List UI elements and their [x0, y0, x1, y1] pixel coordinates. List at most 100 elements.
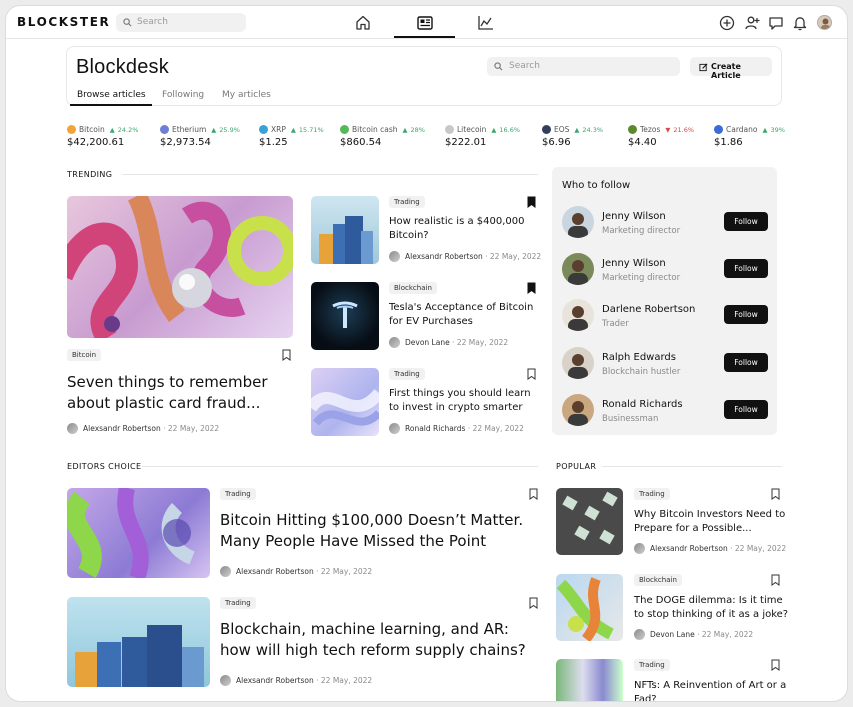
follow-button[interactable]: Follow	[724, 212, 768, 231]
top-search-input[interactable]: Search	[116, 13, 246, 32]
popular-item-image[interactable]	[556, 488, 623, 555]
author-name[interactable]: Alexsandr Robertson	[236, 676, 314, 685]
follow-button[interactable]: Follow	[724, 400, 768, 419]
category-tag[interactable]: Trading	[389, 196, 425, 208]
chat-icon[interactable]	[767, 14, 785, 32]
article-title-line2[interactable]: Prepare for a Possible...	[634, 522, 752, 536]
person-name[interactable]: Jenny Wilson	[602, 211, 666, 222]
popular-item-image[interactable]	[556, 574, 623, 641]
author-name[interactable]: Alexsandr Robertson	[83, 424, 161, 433]
plus-circle-icon[interactable]	[718, 14, 736, 32]
bookmark-icon[interactable]	[529, 597, 538, 609]
ticker-item[interactable]: Litecoin ▲ 16.6% $222.01	[445, 125, 520, 148]
bookmark-icon[interactable]	[282, 349, 291, 361]
tab-browse-articles[interactable]: Browse articles	[77, 90, 146, 100]
bookmark-icon[interactable]	[771, 488, 780, 500]
logo[interactable]: BLOCKSTER	[17, 15, 110, 29]
follow-button[interactable]: Follow	[724, 353, 768, 372]
article-title-line1[interactable]: The DOGE dilemma: Is it time	[634, 594, 783, 608]
article-search-input[interactable]: Search	[487, 57, 680, 76]
author-name[interactable]: Alexsandr Robertson	[650, 544, 728, 553]
person-avatar[interactable]	[562, 394, 594, 426]
ticker-row: XRP ▲ 15.71%	[259, 125, 324, 134]
article-title-line1[interactable]: Blockchain, machine learning, and AR:	[220, 619, 509, 640]
bookmark-icon[interactable]	[771, 574, 780, 586]
article-title-line1[interactable]: Bitcoin Hitting $100,000 Doesn’t Matter.	[220, 510, 523, 531]
author-name[interactable]: Alexsandr Robertson	[236, 567, 314, 576]
ticker-item[interactable]: XRP ▲ 15.71% $1.25	[259, 125, 324, 148]
tab-my-articles[interactable]: My articles	[222, 90, 271, 100]
coin-icon	[340, 125, 349, 134]
trending-item-image[interactable]	[311, 368, 379, 436]
article-title-line2[interactable]: Bitcoin?	[389, 229, 429, 243]
trending-item-image[interactable]	[311, 196, 379, 264]
category-tag[interactable]: Trading	[634, 659, 670, 671]
author-name[interactable]: Ronald Richards	[405, 424, 465, 433]
category-tag[interactable]: Blockchain	[634, 574, 682, 586]
popular-item-image[interactable]	[556, 659, 623, 701]
featured-title-line1[interactable]: Seven things to remember	[67, 372, 268, 393]
featured-article-image[interactable]	[67, 196, 293, 338]
article-title-line1[interactable]: Tesla's Acceptance of Bitcoin	[389, 301, 533, 315]
ticker-item[interactable]: Bitcoin cash ▲ 28% $860.54	[340, 125, 425, 148]
article-title-line2[interactable]: Many People Have Missed the Point	[220, 531, 486, 552]
editors-item-image[interactable]	[67, 597, 210, 687]
person-avatar[interactable]	[562, 253, 594, 285]
author-name[interactable]: Devon Lane	[405, 338, 450, 347]
person-name[interactable]: Ralph Edwards	[602, 352, 676, 363]
coin-change: ▲ 39%	[762, 126, 784, 134]
person-avatar[interactable]	[562, 299, 594, 331]
category-tag[interactable]: Trading	[634, 488, 670, 500]
article-title-line2[interactable]: for EV Purchases	[389, 315, 473, 329]
author-avatar	[634, 543, 645, 554]
article-title-line2[interactable]: Fad?	[634, 693, 657, 701]
edit-icon	[699, 63, 708, 72]
ticker-item[interactable]: EOS ▲ 24.3% $6.96	[542, 125, 603, 148]
person-name[interactable]: Ronald Richards	[602, 399, 683, 410]
add-user-icon[interactable]	[743, 14, 761, 32]
tab-following[interactable]: Following	[162, 90, 204, 100]
bookmark-icon[interactable]	[527, 368, 536, 380]
article-title-line1[interactable]: How realistic is a $400,000	[389, 215, 525, 229]
category-tag[interactable]: Blockchain	[389, 282, 437, 294]
person-name[interactable]: Darlene Robertson	[602, 304, 695, 315]
home-icon[interactable]	[353, 13, 373, 33]
ticker-item[interactable]: Cardano ▲ 39% $1.86	[714, 125, 785, 148]
author-name[interactable]: Alexsandr Robertson	[405, 252, 483, 261]
category-tag[interactable]: Trading	[220, 597, 256, 609]
article-title-line1[interactable]: NFTs: A Reinvention of Art or a	[634, 679, 786, 693]
author-name[interactable]: Devon Lane	[650, 630, 695, 639]
follow-button[interactable]: Follow	[724, 259, 768, 278]
category-tag[interactable]: Trading	[389, 368, 425, 380]
article-title-line2[interactable]: to invest in crypto smarter	[389, 401, 522, 415]
article-title-line1[interactable]: Why Bitcoin Investors Need to	[634, 508, 785, 522]
arrow-up-icon: ▲	[211, 125, 217, 134]
ticker-item[interactable]: Etherium ▲ 25.9% $2,973.54	[160, 125, 240, 148]
bookmark-icon[interactable]	[527, 196, 536, 208]
bookmark-icon[interactable]	[771, 659, 780, 671]
coin-price: $1.25	[259, 137, 288, 148]
ticker-item[interactable]: Bitcoin ▲ 24.2% $42,200.61	[67, 125, 138, 148]
chart-icon[interactable]	[476, 13, 496, 33]
category-tag[interactable]: Trading	[220, 488, 256, 500]
create-article-button[interactable]: Create Article	[690, 57, 772, 80]
coin-price: $42,200.61	[67, 137, 125, 148]
trending-item-image[interactable]	[311, 282, 379, 350]
bell-icon[interactable]	[791, 14, 809, 32]
article-title-line2[interactable]: how will high tech reform supply chains?	[220, 640, 526, 661]
follow-button[interactable]: Follow	[724, 305, 768, 324]
news-icon[interactable]	[415, 13, 435, 33]
avatar[interactable]	[817, 15, 832, 30]
article-title-line1[interactable]: First things you should learn	[389, 387, 531, 401]
bookmark-icon[interactable]	[527, 282, 536, 294]
bookmark-icon[interactable]	[529, 488, 538, 500]
person-avatar[interactable]	[562, 347, 594, 379]
featured-title-line2[interactable]: about plastic card fraud...	[67, 393, 260, 414]
article-title-line2[interactable]: to stop thinking of it as a joke?	[634, 608, 788, 622]
featured-tag[interactable]: Bitcoin	[67, 349, 102, 361]
ticker-item[interactable]: Tezos ▼ 21.6% $4.40	[628, 125, 694, 148]
coin-price: $6.96	[542, 137, 571, 148]
person-name[interactable]: Jenny Wilson	[602, 258, 666, 269]
editors-item-image[interactable]	[67, 488, 210, 578]
person-avatar[interactable]	[562, 206, 594, 238]
